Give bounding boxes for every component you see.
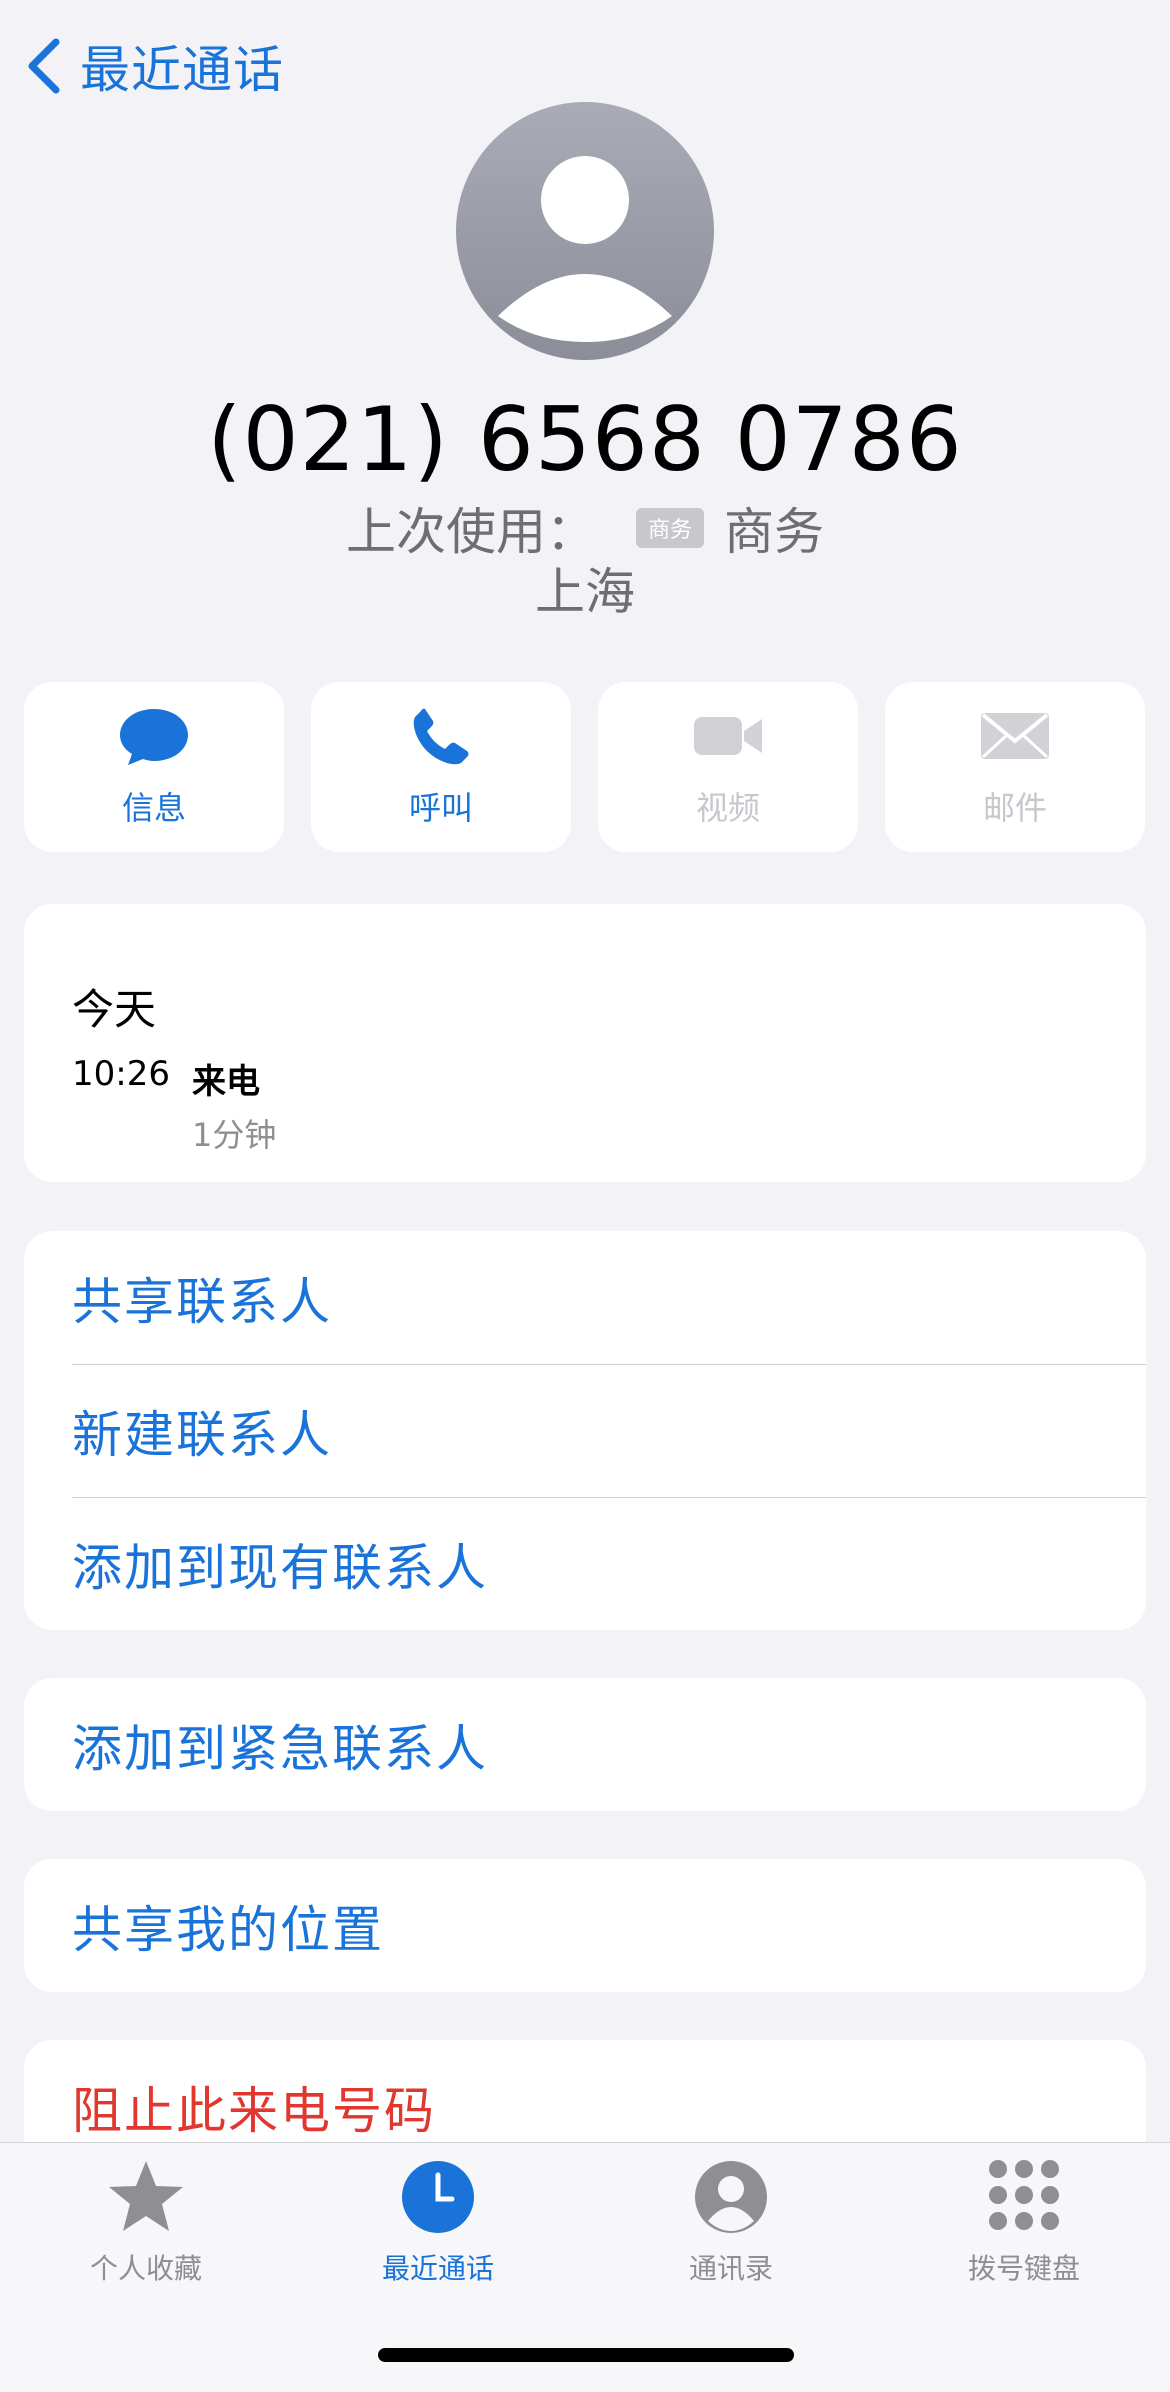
tab-contacts[interactable]: 通讯录: [631, 2157, 831, 2287]
message-bubble-icon: [120, 709, 188, 765]
location: 上海: [535, 563, 635, 621]
contact-options-card: 共享联系人 新建联系人 添加到现有联系人: [24, 1231, 1146, 1630]
avatar: [456, 102, 714, 360]
mail-icon: [981, 713, 1049, 759]
call-button[interactable]: 呼叫: [311, 682, 571, 852]
tab-contacts-label: 通讯录: [688, 2252, 773, 2285]
home-indicator[interactable]: [378, 2348, 794, 2362]
add-emergency-contact-row[interactable]: 添加到紧急联系人: [24, 1678, 1146, 1811]
mail-label: 邮件: [982, 789, 1047, 827]
call-label: 呼叫: [408, 789, 473, 827]
phone-icon: [413, 708, 469, 765]
person-placeholder-icon: [498, 156, 672, 342]
line-tag-badge: 商务: [635, 508, 704, 548]
tab-recents-label: 最近通话: [381, 2252, 494, 2285]
mail-button[interactable]: 邮件: [885, 682, 1145, 852]
chevron-left-icon: [28, 38, 60, 94]
message-button[interactable]: 信息: [24, 682, 284, 852]
keypad-icon: [989, 2160, 1059, 2230]
tab-recents[interactable]: 最近通话: [338, 2157, 538, 2287]
tab-keypad[interactable]: 拨号键盘: [924, 2157, 1124, 2287]
share-location-row[interactable]: 共享我的位置: [24, 1859, 1146, 1992]
tab-keypad-label: 拨号键盘: [967, 2252, 1080, 2285]
video-label: 视频: [695, 789, 760, 827]
back-button[interactable]: 最近通话: [24, 30, 284, 102]
star-icon: [109, 2161, 183, 2231]
clock-icon: [402, 2161, 474, 2233]
message-label: 信息: [121, 789, 186, 827]
share-contact-row[interactable]: 共享联系人: [24, 1231, 1146, 1364]
share-location-card: 共享我的位置: [24, 1859, 1146, 1992]
add-to-existing-contact-row[interactable]: 添加到现有联系人: [24, 1497, 1146, 1630]
back-label: 最近通话: [80, 41, 284, 99]
new-contact-row[interactable]: 新建联系人: [24, 1364, 1146, 1497]
video-button[interactable]: 视频: [598, 682, 858, 852]
call-duration: 1分钟: [192, 1116, 277, 1154]
person-circle-icon: [695, 2161, 767, 2233]
call-type: 来电: [192, 1062, 260, 1102]
phone-number: (021) 6568 0786: [207, 388, 963, 491]
call-day: 今天: [72, 985, 157, 1034]
tab-favorites-label: 个人收藏: [89, 2252, 202, 2285]
call-time: 10:26: [72, 1054, 170, 1094]
emergency-card: 添加到紧急联系人: [24, 1678, 1146, 1811]
call-log-card: 今天 10:26 来电 1分钟: [24, 904, 1146, 1182]
video-camera-icon: [694, 717, 762, 755]
tab-favorites[interactable]: 个人收藏: [46, 2157, 246, 2287]
